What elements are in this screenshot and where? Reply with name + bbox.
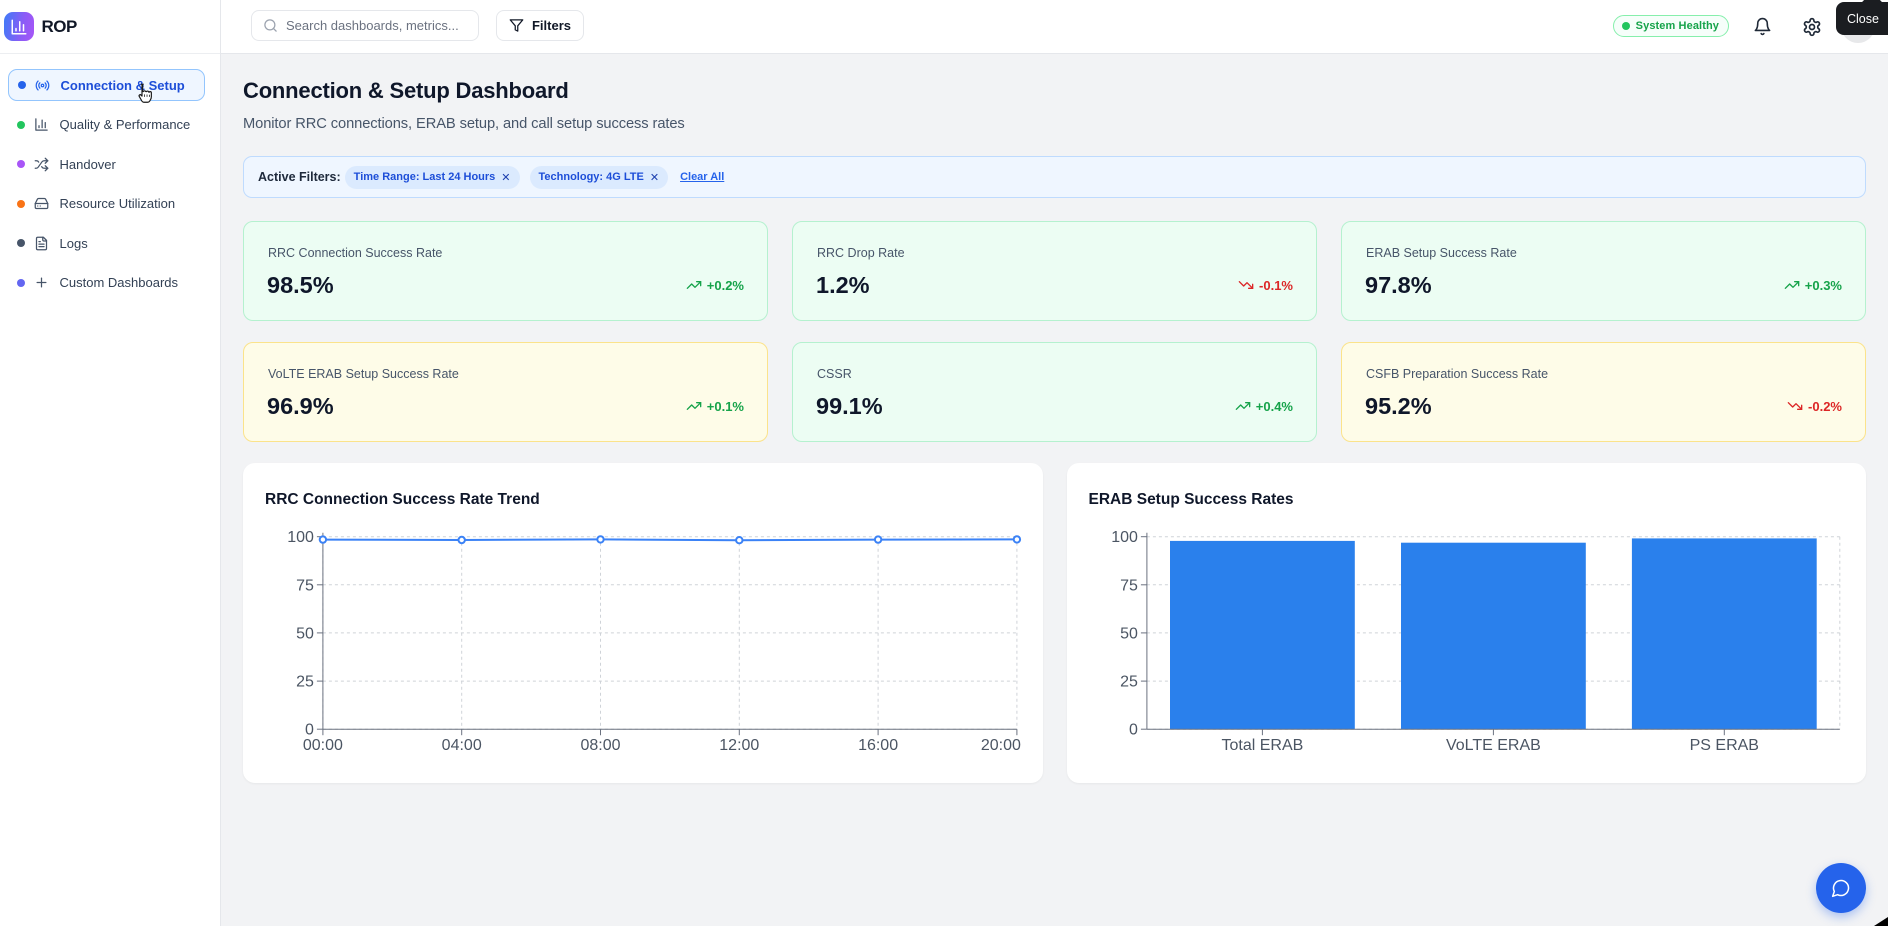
svg-text:20:00: 20:00 xyxy=(981,737,1021,754)
svg-text:25: 25 xyxy=(1120,673,1138,690)
svg-text:04:00: 04:00 xyxy=(442,737,482,754)
svg-text:75: 75 xyxy=(1120,577,1138,594)
svg-text:08:00: 08:00 xyxy=(580,737,620,754)
svg-text:0: 0 xyxy=(1128,721,1137,738)
svg-text:VoLTE ERAB: VoLTE ERAB xyxy=(1445,737,1540,754)
svg-text:00:00: 00:00 xyxy=(303,737,343,754)
svg-text:PS ERAB: PS ERAB xyxy=(1689,737,1758,754)
svg-text:0: 0 xyxy=(305,721,314,738)
svg-text:Total ERAB: Total ERAB xyxy=(1221,737,1303,754)
svg-text:16:00: 16:00 xyxy=(858,737,898,754)
svg-text:12:00: 12:00 xyxy=(719,737,759,754)
svg-text:25: 25 xyxy=(296,673,314,690)
svg-text:75: 75 xyxy=(296,577,314,594)
svg-text:50: 50 xyxy=(296,625,314,642)
svg-text:100: 100 xyxy=(1111,529,1138,546)
svg-text:100: 100 xyxy=(287,529,314,546)
svg-text:50: 50 xyxy=(1120,625,1138,642)
